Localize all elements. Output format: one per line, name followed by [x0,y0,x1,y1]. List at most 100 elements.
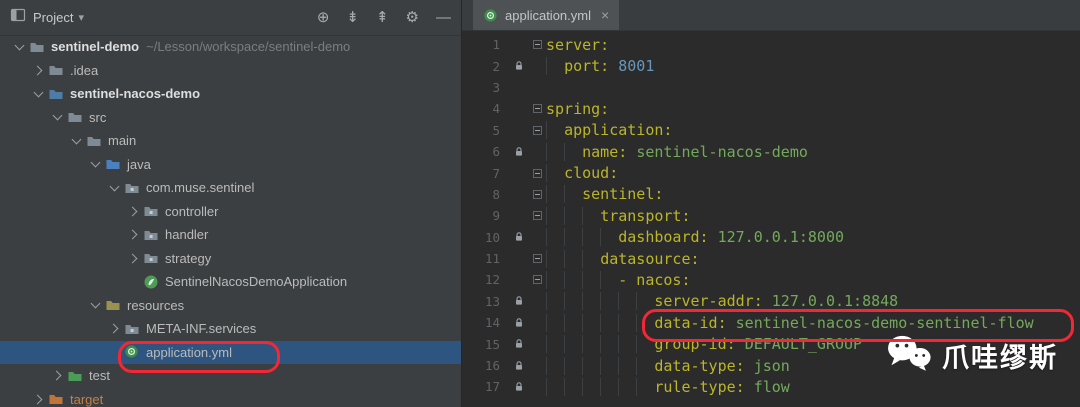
spring-property-gutter-icon [510,360,528,372]
hide-panel-icon[interactable]: — [436,10,451,25]
code-line-17: 17 rule-type: flow [462,376,1080,397]
tree-item-label: sentinel-nacos-demo [70,86,201,102]
collapse-all-icon[interactable]: ⇞ [376,10,389,25]
spring-property-gutter-icon [510,146,528,158]
project-panel-header: Project ▾ ⊕ ⇟ ⇞ ⚙ — [0,0,461,36]
expand-all-icon[interactable]: ⇟ [346,10,359,25]
tab-application-yml[interactable]: application.yml × [473,0,620,30]
code-text: datasource: [546,249,700,268]
spring-property-gutter-icon [510,231,528,243]
chevron-right-icon[interactable] [29,67,48,74]
chevron-down-icon[interactable]: ▾ [78,11,84,24]
tree-item-java[interactable]: java [0,153,461,177]
tree-item-meta-inf-services[interactable]: META-INF.services [0,317,461,341]
tree-item-resources[interactable]: resources [0,294,461,318]
fold-marker-icon[interactable] [528,275,546,285]
chevron-right-icon[interactable] [48,372,67,379]
code-line-5: 5 application: [462,120,1080,141]
tree-item-label: main [108,133,137,149]
line-number: 1 [492,37,500,53]
tree-item-label: test [89,368,110,384]
excluded-folder-icon [48,391,64,407]
folder-icon [48,62,64,78]
module-folder-icon [48,86,64,102]
code-text: cloud: [546,164,618,183]
fold-marker-icon[interactable] [528,168,546,178]
tree-item-label: resources [127,297,185,313]
code-text: name: sentinel-nacos-demo [546,142,808,161]
chevron-right-icon[interactable] [124,231,143,238]
chevron-down-icon[interactable] [86,303,105,307]
tree-item-sentinel-nacos-demo[interactable]: sentinel-nacos-demo [0,82,461,106]
tree-item-com-muse-sentinel[interactable]: com.muse.sentinel [0,176,461,200]
code-line-6: 6 name: sentinel-nacos-demo [462,141,1080,162]
chevron-right-icon[interactable] [29,396,48,403]
fold-marker-icon[interactable] [528,104,546,114]
spring-property-gutter-icon [510,338,528,350]
chevron-down-icon[interactable] [67,139,86,143]
code-text: dashboard: 127.0.0.1:8000 [546,228,844,247]
tree-item-label: application.yml [146,344,232,360]
line-number: 13 [484,293,500,309]
chevron-down-icon[interactable] [48,115,67,119]
fold-marker-icon[interactable] [528,189,546,199]
project-panel-toolbar: ⊕ ⇟ ⇞ ⚙ — [317,10,451,25]
line-number: 15 [484,336,500,352]
chevron-down-icon[interactable] [10,45,29,49]
line-number: 6 [492,144,500,160]
folder-icon [67,109,83,125]
tree-item-test[interactable]: test [0,364,461,388]
code-line-2: 2 port: 8001 [462,55,1080,76]
code-line-9: 9 transport: [462,205,1080,226]
tree-item-label: META-INF.services [146,321,257,337]
tree-item-sentinelnacosdemoapplication[interactable]: SentinelNacosDemoApplication [0,270,461,294]
tree-item-src[interactable]: src [0,106,461,130]
code-line-13: 13 server-addr: 127.0.0.1:8848 [462,291,1080,312]
tree-item-handler[interactable]: handler [0,223,461,247]
tree-item-application-yml[interactable]: application.yml [0,340,461,364]
tree-item-sentinel-demo[interactable]: sentinel-demo ~/Lesson/workspace/sentinel… [0,35,461,59]
chevron-down-icon[interactable] [86,162,105,166]
project-tool-window-icon[interactable] [10,7,26,28]
code-text: data-id: sentinel-nacos-demo-sentinel-fl… [546,313,1034,332]
code-text: sentinel: [546,185,663,204]
code-text: spring: [546,99,610,118]
package-icon [124,321,140,337]
code-line-11: 11 datasource: [462,248,1080,269]
chevron-down-icon[interactable] [105,186,124,190]
tree-item-label: controller [165,203,219,219]
spring-property-gutter-icon [510,381,528,393]
resources-folder-icon [105,297,121,313]
chevron-right-icon[interactable] [124,255,143,262]
chevron-right-icon[interactable] [124,208,143,215]
line-number: 2 [492,58,500,74]
ide-window: Project ▾ ⊕ ⇟ ⇞ ⚙ — sentinel-demo ~/Lesson/wo… [0,0,1080,407]
code-text: transport: [546,206,691,225]
project-panel-title[interactable]: Project [33,10,73,25]
spring-property-gutter-icon [510,295,528,307]
tab-close-icon[interactable]: × [601,7,609,23]
code-text: server: [546,35,610,54]
editor-tab-bar: application.yml × [462,0,1080,31]
tree-item-target[interactable]: target [0,388,461,407]
tree-item-strategy[interactable]: strategy [0,247,461,271]
tree-item-controller[interactable]: controller [0,200,461,224]
chevron-down-icon[interactable] [29,92,48,96]
locate-file-icon[interactable]: ⊕ [317,10,330,25]
tab-label: application.yml [505,7,591,23]
tree-item-label: sentinel-demo [51,39,140,55]
line-number: 14 [484,315,500,331]
fold-marker-icon[interactable] [528,40,546,50]
tree-item-main[interactable]: main [0,129,461,153]
settings-gear-icon[interactable]: ⚙ [406,10,419,25]
code-text: port: 8001 [546,57,654,76]
tree-item-idea[interactable]: .idea [0,59,461,83]
fold-marker-icon[interactable] [528,211,546,221]
chevron-right-icon[interactable] [105,325,124,332]
fold-marker-icon[interactable] [528,125,546,135]
fold-marker-icon[interactable] [528,254,546,264]
package-icon [124,180,140,196]
line-number: 9 [492,208,500,224]
code-line-4: 4 spring: [462,98,1080,119]
code-line-14: 14 data-id: sentinel-nacos-demo-sentinel… [462,312,1080,333]
